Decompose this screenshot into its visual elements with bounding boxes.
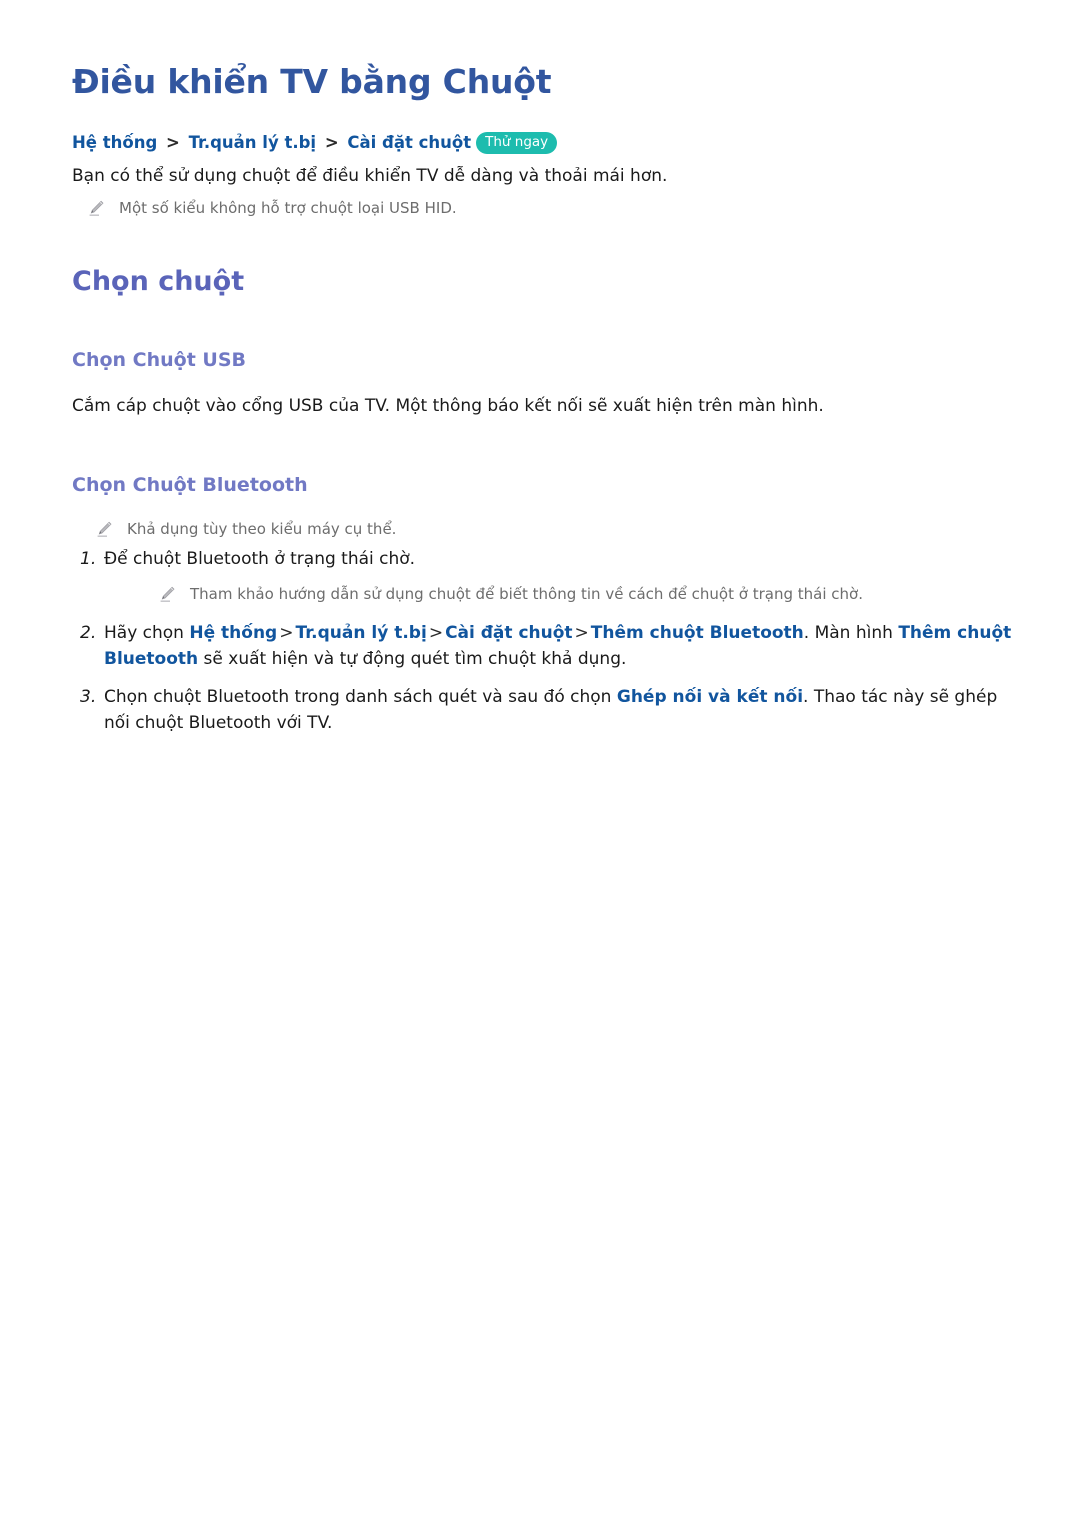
step2-tail: sẽ xuất hiện và tự động quét tìm chuột k… — [198, 649, 627, 670]
step2-mid: . Màn hình — [803, 623, 899, 644]
pencil-icon — [158, 585, 176, 605]
step-text: Để chuột Bluetooth ở trạng thái chờ. — [104, 548, 416, 569]
step-number: 3. — [80, 687, 97, 708]
step-number: 2. — [80, 623, 97, 644]
step-body: Để chuột Bluetooth ở trạng thái chờ. Tha… — [104, 547, 1020, 610]
step-note-text: Tham khảo hướng dẫn sử dụng chuột để biế… — [190, 584, 863, 603]
bluetooth-note-text: Khả dụng tùy theo kiểu máy cụ thể. — [127, 520, 397, 539]
breadcrumb-item-cai-dat-chuot[interactable]: Cài đặt chuột — [347, 133, 471, 152]
step3-emphasis-ghep-noi-va-ket-noi[interactable]: Ghép nối và kết nối — [617, 687, 803, 707]
pencil-icon — [95, 520, 113, 540]
intro-paragraph: Bạn có thể sử dụng chuột để điều khiển T… — [72, 166, 668, 187]
try-now-badge[interactable]: Thử ngay — [476, 131, 558, 155]
intro-note: Một số kiểu không hỗ trợ chuột loại USB … — [72, 198, 1020, 220]
pencil-icon — [87, 199, 105, 219]
step-item: 3. Chọn chuột Bluetooth trong danh sách … — [72, 685, 1020, 737]
step2-link-tr-quan-ly-tbi[interactable]: Tr.quản lý t.bị — [295, 623, 426, 643]
step-item: 1. Để chuột Bluetooth ở trạng thái chờ. … — [72, 547, 1020, 610]
step-body: Chọn chuột Bluetooth trong danh sách qué… — [104, 685, 1020, 737]
step3-lead: Chọn chuột Bluetooth trong danh sách qué… — [104, 687, 617, 708]
page-title: Điều khiển TV bằng Chuột — [72, 62, 552, 101]
breadcrumb-item-tr-quan-ly-tbi[interactable]: Tr.quản lý t.bị — [189, 133, 316, 152]
step-body: Hãy chọn Hệ thống > Tr.quản lý t.bị > Cài đặ… — [104, 621, 1020, 673]
document-page: Điều khiển TV bằng Chuột Hệ thống > Tr.q… — [0, 0, 1080, 1527]
step-number: 1. — [80, 548, 97, 569]
step2-separator: > — [279, 623, 294, 644]
step2-link-them-chuot-bluetooth[interactable]: Thêm chuột Bluetooth — [591, 623, 804, 643]
subsection-heading-chon-chuot-usb: Chọn Chuột USB — [72, 348, 247, 371]
usb-paragraph: Cắm cáp chuột vào cổng USB của TV. Một t… — [72, 395, 824, 416]
breadcrumb: Hệ thống > Tr.quản lý t.bị > Cài đặt chu… — [72, 131, 1020, 155]
step2-link-cai-dat-chuot[interactable]: Cài đặt chuột — [445, 623, 572, 643]
step-item: 2. Hãy chọn Hệ thống > Tr.quản lý t.bị > Cài… — [72, 621, 1020, 673]
breadcrumb-item-he-thong[interactable]: Hệ thống — [72, 133, 157, 152]
subsection-heading-chon-chuot-bluetooth: Chọn Chuột Bluetooth — [72, 474, 308, 497]
step-note: Tham khảo hướng dẫn sử dụng chuột để biế… — [104, 584, 1020, 606]
bluetooth-steps-list: 1. Để chuột Bluetooth ở trạng thái chờ. … — [72, 547, 1020, 737]
breadcrumb-separator: > — [166, 132, 180, 152]
section-heading-chon-chuot: Chọn chuột — [72, 266, 245, 298]
step2-separator: > — [428, 623, 444, 644]
breadcrumb-separator: > — [324, 132, 339, 152]
step2-separator: > — [574, 623, 589, 644]
step2-link-he-thong[interactable]: Hệ thống — [189, 623, 277, 643]
bluetooth-note: Khả dụng tùy theo kiểu máy cụ thể. — [72, 519, 1020, 541]
intro-note-text: Một số kiểu không hỗ trợ chuột loại USB … — [119, 198, 457, 217]
step2-lead: Hãy chọn — [104, 623, 190, 644]
